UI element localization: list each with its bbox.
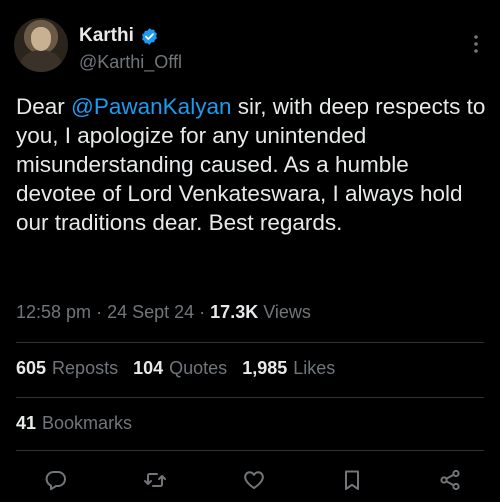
author-name-row: Karthi	[79, 25, 159, 47]
likes-label: Likes	[293, 358, 336, 378]
mention-link[interactable]: @PawanKalyan	[71, 94, 231, 119]
action-bar	[0, 460, 500, 500]
reposts-label: Reposts	[52, 358, 119, 378]
quotes-label: Quotes	[169, 358, 228, 378]
avatar[interactable]	[14, 18, 68, 72]
share-icon[interactable]	[438, 468, 462, 492]
repost-icon[interactable]	[143, 468, 167, 492]
divider	[16, 450, 484, 451]
author-display-name[interactable]: Karthi	[79, 25, 134, 47]
reposts-stat[interactable]: 605 Reposts	[16, 358, 118, 379]
avatar-face-shape	[31, 27, 51, 51]
tweet-text: Dear @PawanKalyan sir, with deep respect…	[16, 92, 486, 237]
bookmark-icon[interactable]	[340, 468, 364, 492]
tweet-time[interactable]: 12:58 pm	[16, 302, 91, 322]
more-options-icon[interactable]	[466, 32, 486, 56]
tweet-text-start: Dear	[16, 94, 72, 119]
likes-count: 1,985	[242, 358, 288, 378]
tweet-meta: 12:58 pm · 24 Sept 24 · 17.3K Views	[16, 302, 311, 323]
divider	[16, 397, 484, 398]
avatar-body-shape	[20, 50, 62, 72]
bookmarks-stat[interactable]: 41 Bookmarks	[16, 413, 132, 434]
author-handle[interactable]: @Karthi_Offl	[79, 52, 182, 73]
tweet-date[interactable]: 24 Sept 24	[107, 302, 194, 322]
likes-stat[interactable]: 1,985 Likes	[242, 358, 335, 379]
divider	[16, 342, 484, 343]
bookmarks-label: Bookmarks	[42, 413, 133, 433]
like-icon[interactable]	[242, 468, 266, 492]
reposts-count: 605	[16, 358, 47, 378]
bookmarks-count: 41	[16, 413, 37, 433]
views-count: 17.3K	[210, 302, 259, 322]
meta-separator: ·	[199, 302, 211, 322]
meta-separator: ·	[96, 302, 108, 322]
quotes-stat[interactable]: 104 Quotes	[133, 358, 227, 379]
quotes-count: 104	[133, 358, 164, 378]
engagement-stats: 605 Reposts 104 Quotes 1,985 Likes	[16, 358, 335, 379]
reply-icon[interactable]	[44, 468, 68, 492]
verified-badge-icon	[140, 27, 159, 46]
views-label: Views	[263, 302, 311, 322]
